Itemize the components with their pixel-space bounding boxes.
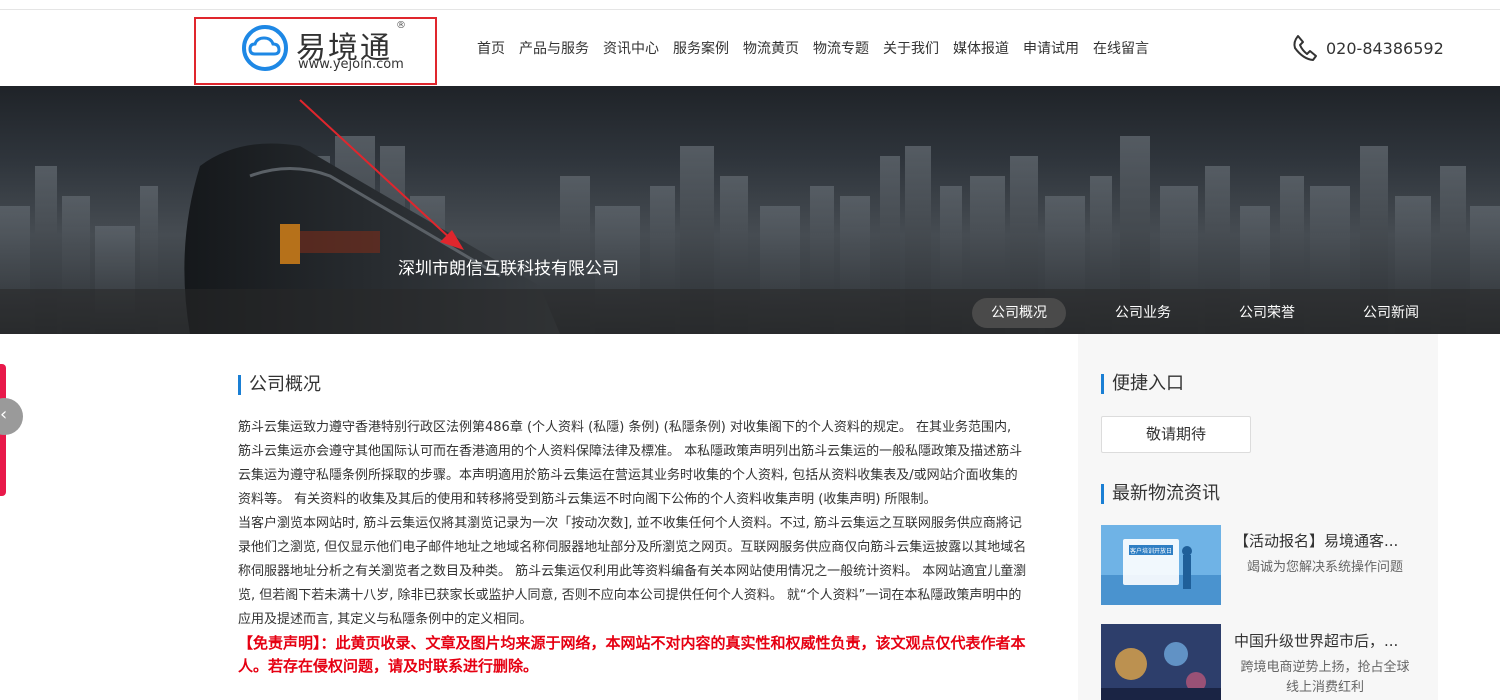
quick-entry-title: 便捷入口	[1101, 374, 1184, 394]
latest-news-title: 最新物流资讯	[1101, 484, 1220, 504]
nav-yellow-pages[interactable]: 物流黄页	[736, 38, 806, 58]
news-title[interactable]: 中国升级世界超市后，...	[1234, 630, 1398, 651]
news-desc-line: 跨境电商逆势上扬，抢占全球	[1240, 660, 1410, 675]
site-header: 易境通 ® www.yejoin.com 首页 产品与服务 资讯中心 服务案例 …	[0, 10, 1500, 86]
phone-number: 020-84386592	[1326, 38, 1444, 58]
news-thumbnail[interactable]: 客户培训开放日	[1101, 525, 1221, 605]
company-banner: 深圳市朗信互联科技有限公司 公司概况 公司业务 公司荣誉 公司新闻	[0, 86, 1500, 334]
disclaimer-text: 【免责声明】：此黄页收录、文章及图片均来源于网络，本网站不对内容的真实性和权威性…	[238, 634, 1026, 675]
main-nav: 首页 产品与服务 资讯中心 服务案例 物流黄页 物流专题 关于我们 媒体报道 申…	[470, 38, 1156, 58]
nav-message[interactable]: 在线留言	[1086, 38, 1156, 58]
banner-tab-bar: 公司概况 公司业务 公司荣誉 公司新闻	[0, 289, 1500, 334]
article-body: 筋斗云集运致力遵守香港特别行政区法例第486章 (个人资料 (私隱) 条例) (…	[238, 416, 1028, 678]
news-thumbnail[interactable]	[1101, 624, 1221, 700]
news-title[interactable]: 【活动报名】易境通客...	[1234, 530, 1398, 551]
logo-cloud-icon	[242, 25, 288, 71]
logo-url: www.yejoin.com	[298, 57, 404, 72]
chevron-left-icon: ‹	[0, 404, 8, 425]
section-title-overview: 公司概况	[238, 375, 321, 395]
article-paragraph: 当客户瀏览本网站时, 筋斗云集运仅將其瀏览记录为一次「按动次数], 並不收集任何…	[238, 516, 1027, 627]
quick-entry-button[interactable]: 敬请期待	[1101, 416, 1251, 453]
tab-company-overview[interactable]: 公司概况	[972, 298, 1066, 328]
thumb-label: 客户培训开放日	[1130, 547, 1172, 555]
logo[interactable]: 易境通 ® www.yejoin.com	[194, 17, 437, 85]
collapse-button[interactable]: ‹	[0, 398, 23, 435]
tab-company-honors[interactable]: 公司荣誉	[1220, 298, 1314, 328]
nav-home[interactable]: 首页	[470, 38, 512, 58]
nav-cases[interactable]: 服务案例	[666, 38, 736, 58]
news-desc: 竭诚为您解决系统操作问题	[1230, 558, 1420, 578]
phone-icon	[1293, 35, 1317, 61]
tab-company-news[interactable]: 公司新闻	[1344, 298, 1438, 328]
news-desc: 跨境电商逆势上扬，抢占全球 线上消费红利	[1230, 658, 1420, 698]
nav-news-center[interactable]: 资讯中心	[596, 38, 666, 58]
top-line	[0, 0, 1500, 10]
nav-topics[interactable]: 物流专题	[806, 38, 876, 58]
nav-media[interactable]: 媒体报道	[946, 38, 1016, 58]
company-name: 深圳市朗信互联科技有限公司	[398, 259, 619, 279]
news-desc-line: 竭诚为您解决系统操作问题	[1246, 560, 1403, 575]
article-paragraph: 筋斗云集运致力遵守香港特别行政区法例第486章 (个人资料 (私隱) 条例) (…	[238, 420, 1023, 507]
nav-products[interactable]: 产品与服务	[512, 38, 596, 58]
nav-about[interactable]: 关于我们	[876, 38, 946, 58]
news-desc-line: 线上消费红利	[1285, 680, 1364, 695]
registered-mark: ®	[396, 20, 406, 31]
ship-logo-mark	[280, 224, 300, 264]
nav-trial[interactable]: 申请试用	[1016, 38, 1086, 58]
phone-contact: 020-84386592	[1290, 32, 1444, 64]
tab-company-business[interactable]: 公司业务	[1096, 298, 1190, 328]
